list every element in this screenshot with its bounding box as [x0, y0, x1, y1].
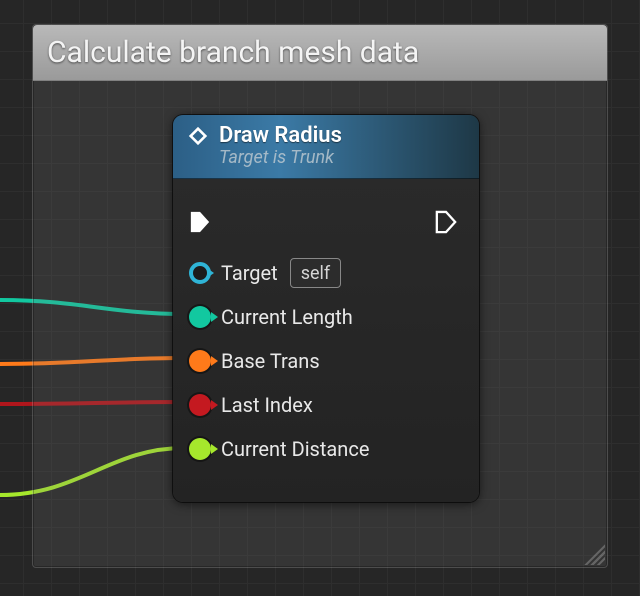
current-distance-pin[interactable]	[189, 438, 211, 460]
node-subtitle: Target is Trunk	[219, 148, 342, 169]
base-trans-pin[interactable]	[189, 350, 211, 372]
comment-title-text: Calculate branch mesh data	[47, 35, 419, 70]
current-length-pin[interactable]	[189, 306, 211, 328]
pin-row-base-trans: Base Trans	[189, 339, 463, 383]
last-index-pin[interactable]	[189, 394, 211, 416]
pin-row-current-length: Current Length	[189, 295, 463, 339]
current-length-label: Current Length	[221, 305, 353, 329]
current-distance-label: Current Distance	[221, 437, 369, 461]
exec-in-pin[interactable]	[189, 209, 211, 235]
node-header[interactable]: Draw Radius Target is Trunk	[173, 115, 479, 179]
pin-row-target: Target self	[189, 251, 463, 295]
comment-title[interactable]: Calculate branch mesh data	[33, 25, 607, 81]
node-body: Target self Current Length Base Trans La…	[173, 179, 479, 481]
pin-row-current-distance: Current Distance	[189, 427, 463, 471]
node-title: Draw Radius	[219, 123, 342, 148]
exec-out-pin[interactable]	[435, 209, 457, 235]
target-pin[interactable]	[189, 262, 211, 284]
function-icon	[187, 125, 209, 147]
resize-handle-icon[interactable]	[579, 539, 605, 565]
last-index-label: Last Index	[221, 393, 313, 417]
target-default-chip[interactable]: self	[290, 258, 341, 288]
base-trans-label: Base Trans	[221, 349, 320, 373]
exec-row	[189, 193, 463, 251]
pin-row-last-index: Last Index	[189, 383, 463, 427]
blueprint-node[interactable]: Draw Radius Target is Trunk Target self …	[173, 115, 479, 502]
target-label: Target	[221, 261, 278, 285]
